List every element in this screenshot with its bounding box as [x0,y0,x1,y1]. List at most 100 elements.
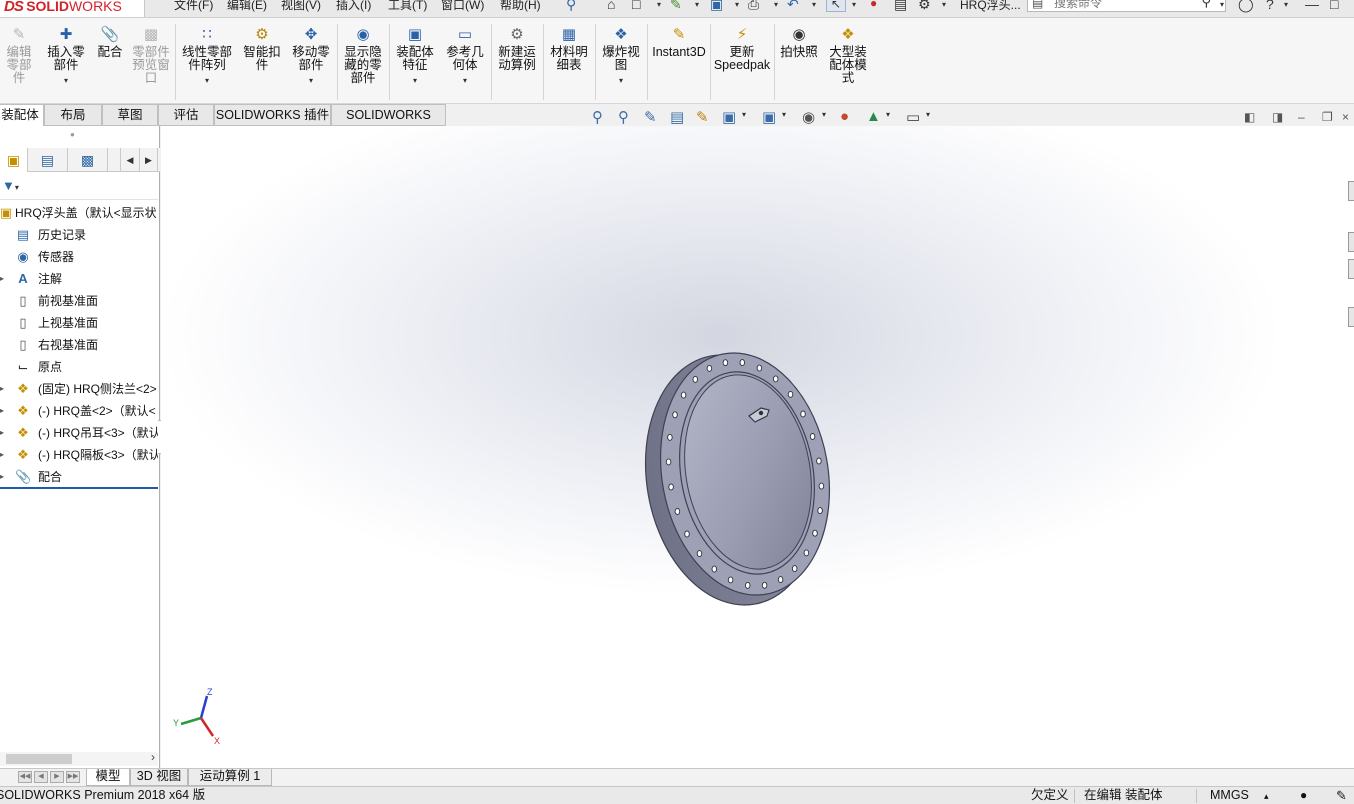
tabs-scroll-right-icon[interactable]: ▶ [140,148,158,172]
doc-close-icon[interactable]: × [1342,110,1349,124]
feedback-icon[interactable]: ✎ [1336,787,1347,804]
flange-cover-model[interactable] [641,346,841,608]
options-gear-icon[interactable]: ⚙ [918,0,931,13]
tree-item-sensors[interactable]: ◉ 传感器 [0,246,158,268]
open-icon[interactable]: ✎ [670,0,682,13]
undo-icon[interactable]: ↶ [787,0,799,13]
view-orientation-dropdown-icon[interactable]: ▾ [742,110,746,119]
tab-assembly[interactable]: 装配体 [0,104,44,126]
select-dropdown-icon[interactable]: ▾ [852,0,856,9]
tree-filter[interactable]: ▼▾ [0,178,158,200]
hide-show-items-icon[interactable]: ◉ [802,108,815,126]
panel-splitter-handle[interactable]: ● [70,130,75,139]
expand-arrow-icon[interactable]: ▸ [0,466,4,488]
search-scope-icon[interactable]: ▤ [1032,0,1043,11]
tab-3d-views[interactable]: 3D 视图 [130,769,188,786]
expand-arrow-icon[interactable]: ▸ [0,444,4,466]
display-style-icon[interactable]: ▣ [762,108,776,126]
show-hidden-components-button[interactable]: ◉ 显示隐藏的零部件 [340,26,386,85]
print-dropdown-icon[interactable]: ▾ [774,0,778,9]
unit-system[interactable]: MMGS [1210,787,1249,804]
hide-show-dropdown-icon[interactable]: ▾ [822,110,826,119]
display-style-dropdown-icon[interactable]: ▾ [782,110,786,119]
menu-insert[interactable]: 插入(I) [336,0,371,13]
expand-arrow-icon[interactable]: ▸ [0,378,4,400]
new-dropdown-icon[interactable]: ▾ [657,0,661,9]
feature-manager-tab[interactable]: ▣ [0,148,28,172]
tree-item-right-plane[interactable]: ▯ 右视基准面 [0,334,158,356]
reference-geometry-button[interactable]: ▭ 参考几何体 ▾ [442,26,488,87]
assembly-features-button[interactable]: ▣ 装配体特征 ▾ [392,26,438,87]
reference-geometry-dropdown-icon[interactable]: ▾ [442,74,488,87]
tree-item-history[interactable]: ▤ 历史记录 [0,224,158,246]
zoom-to-fit-icon[interactable]: ⚲ [592,108,603,126]
menu-window[interactable]: 窗口(W) [441,0,484,13]
tree-item-front-plane[interactable]: ▯ 前视基准面 [0,290,158,312]
rebuild-icon[interactable]: ● [870,0,877,10]
help-icon[interactable]: ? [1266,0,1274,12]
tree-item-component-lug[interactable]: ▸ ❖ (-) HRQ吊耳<3>（默认 [0,422,158,444]
tab-evaluate[interactable]: 评估 [158,104,214,126]
graphics-area[interactable]: Z Y X [161,126,1354,770]
tab-layout[interactable]: 布局 [44,104,102,126]
user-icon[interactable]: ◯ [1238,0,1254,13]
maximize-icon[interactable]: □ [1330,0,1338,12]
apply-scene-icon[interactable]: ▲ [866,108,881,125]
instant3d-button[interactable]: ✎ Instant3D [650,26,708,59]
help-dropdown-icon[interactable]: ▾ [1284,0,1288,9]
options-dropdown-icon[interactable]: ▾ [942,0,946,9]
smart-fasteners-button[interactable]: ⚙ 智能扣件 [240,26,284,72]
doc-restore-icon[interactable]: ❐ [1322,110,1333,124]
linear-pattern-button[interactable]: ∷ 线性零部件阵列 ▾ [178,26,236,87]
bill-of-materials-button[interactable]: ▦ 材料明细表 [546,26,592,72]
doc-minimize-icon[interactable]: – [1298,110,1305,124]
new-document-icon[interactable]: □ [632,0,640,12]
units-up-icon[interactable]: ▴ [1264,788,1269,804]
search-icon[interactable]: ⚲ [1201,0,1211,10]
tree-item-annotations[interactable]: ▸ A 注解 [0,268,158,290]
tile-left-icon[interactable]: ◧ [1244,110,1255,124]
section-view-icon[interactable]: ▤ [670,108,684,126]
minimize-icon[interactable]: — [1305,0,1319,12]
task-pane-tab[interactable] [1348,259,1354,279]
dynamic-annotation-icon[interactable]: ✎ [696,108,709,126]
view-settings-icon[interactable]: ▭ [906,108,920,126]
zoom-to-area-icon[interactable]: ⚲ [618,108,629,126]
tree-item-component-baffle[interactable]: ▸ ❖ (-) HRQ隔板<3>（默认 [0,444,158,466]
apply-scene-dropdown-icon[interactable]: ▾ [886,110,890,119]
tree-item-origin[interactable]: ⌙ 原点 [0,356,158,378]
task-pane-tab[interactable] [1348,232,1354,252]
snapshot-button[interactable]: ◉ 拍快照 [777,26,821,59]
save-dropdown-icon[interactable]: ▾ [735,0,739,9]
update-speedpak-button[interactable]: ⚡ 更新 Speedpak [713,26,771,72]
view-settings-dropdown-icon[interactable]: ▾ [926,110,930,119]
scrollbar-thumb[interactable] [6,754,72,764]
component-preview-button[interactable]: ▩ 零部件预览窗口 [128,26,174,85]
mate-button[interactable]: 📎 配合 [94,26,126,59]
tree-item-component-cover[interactable]: ▸ ❖ (-) HRQ盖<2>（默认< [0,400,158,422]
tree-horizontal-scrollbar[interactable]: › [0,750,158,766]
tabs-scroll-left-icon[interactable]: ◀ [120,148,140,172]
linear-pattern-dropdown-icon[interactable]: ▾ [178,74,236,87]
tab-motion-study-1[interactable]: 运动算例 1 [188,769,272,786]
assembly-features-dropdown-icon[interactable]: ▾ [392,74,438,87]
pin-icon[interactable]: ⚲ [566,0,576,13]
scroll-right-icon[interactable]: › [151,750,155,764]
tree-item-top-plane[interactable]: ▯ 上视基准面 [0,312,158,334]
expand-arrow-icon[interactable]: ▸ [0,400,4,422]
task-pane-tab[interactable] [1348,307,1354,327]
menu-view[interactable]: 视图(V) [281,0,321,13]
print-icon[interactable]: ⎙ [748,0,759,13]
home-icon[interactable]: ⌂ [607,0,615,12]
edit-component-button[interactable]: ✎ 编辑零部件 [0,26,38,85]
move-component-button[interactable]: ✥ 移动零部件 ▾ [288,26,334,87]
open-dropdown-icon[interactable]: ▾ [695,0,699,9]
insert-components-dropdown-icon[interactable]: ▾ [44,74,88,87]
menu-file[interactable]: 文件(F) [174,0,213,13]
menu-help[interactable]: 帮助(H) [500,0,541,13]
search-dropdown-icon[interactable]: ▾ [1220,0,1224,9]
configuration-manager-tab[interactable]: ▩ [68,148,108,172]
property-manager-tab[interactable]: ▤ [28,148,68,172]
first-tab-icon[interactable]: ◀◀ [18,771,32,783]
tab-model[interactable]: 模型 [86,769,130,786]
